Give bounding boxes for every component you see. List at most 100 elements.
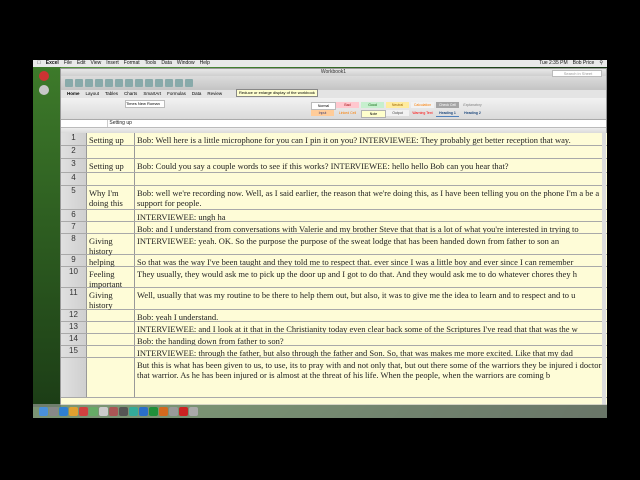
cut-icon[interactable] [105,79,113,87]
copy-icon[interactable] [115,79,123,87]
row-number[interactable] [61,358,87,397]
dashboard-icon[interactable] [49,406,58,416]
tab-charts[interactable]: Charts [124,90,137,98]
transcript-cell[interactable]: INTERVIEWEE: and I look at it that in th… [135,322,607,333]
table-row[interactable]: 3 Setting up Bob: Could you say a couple… [61,159,607,173]
code-cell[interactable]: Giving history [87,288,135,310]
row-number[interactable]: 5 [61,186,87,209]
tab-layout[interactable]: Layout [86,90,100,98]
row-number[interactable]: 12 [61,310,87,321]
row-number[interactable]: 7 [61,222,87,233]
user-name[interactable]: Bob Price [573,60,595,67]
chrome-icon[interactable] [79,406,88,416]
row-number[interactable]: 6 [61,210,87,221]
clock[interactable]: Tue 2:35 PM [539,60,567,67]
style-neutral[interactable]: Neutral [386,102,409,108]
messages-icon[interactable] [89,406,98,416]
style-warning-text[interactable]: Warning Text [411,110,434,116]
row-number[interactable]: 10 [61,267,87,287]
paste-icon[interactable] [125,79,133,87]
word-icon[interactable] [139,406,148,416]
row-number[interactable]: 4 [61,173,87,185]
zoom-icon[interactable] [185,79,193,87]
apple-icon[interactable]:  [37,60,41,67]
itunes-icon[interactable] [129,406,138,416]
transcript-cell[interactable]: But this is what has been given to us, t… [135,358,607,397]
menu-file[interactable]: File [64,60,72,67]
transcript-cell[interactable]: INTERVIEWEE: through the father, but als… [135,346,607,357]
code-cell[interactable] [87,222,135,233]
style-good[interactable]: Good [361,102,384,108]
transcript-cell[interactable]: Bob: well we're recording now. Well, as … [135,186,607,209]
transcript-cell[interactable]: Well, usually that was my routine to be … [135,288,607,309]
code-cell[interactable]: helping [87,255,135,267]
save-icon[interactable] [85,79,93,87]
acrobat-icon[interactable] [179,406,188,416]
style-input[interactable]: Input [311,110,334,116]
table-row[interactable]: 2 [61,146,607,159]
trash-icon[interactable] [189,406,198,416]
preferences-icon[interactable] [169,406,178,416]
style-heading-1[interactable]: Heading 1 [436,110,459,117]
row-number[interactable]: 2 [61,146,87,158]
transcript-cell[interactable]: Bob: the handing down from father to son… [135,334,607,345]
table-row[interactable]: 10 Feeling important They usually, they … [61,267,607,289]
table-row[interactable]: 11 Giving history Well, usually that was… [61,288,607,310]
photos-icon[interactable] [119,406,128,416]
style-explanatory[interactable]: Explanatory [461,102,484,108]
autosum-icon[interactable] [155,79,163,87]
desktop-item-icon[interactable] [39,71,49,81]
code-cell[interactable]: Setting up [87,159,135,172]
menu-help[interactable]: Help [200,60,210,67]
finder-icon[interactable] [39,406,48,416]
menu-data[interactable]: Data [161,60,172,67]
table-row[interactable]: But this is what has been given to us, t… [61,358,607,398]
transcript-cell[interactable]: So that was the way I've been taught and… [135,255,607,266]
style-heading-2[interactable]: Heading 2 [461,110,484,116]
row-number[interactable]: 13 [61,322,87,333]
transcript-cell[interactable]: They usually, they would ask me to pick … [135,267,607,287]
style-note[interactable]: Note [361,110,386,118]
table-row[interactable]: 1 Setting up Bob: Well here is a little … [61,133,607,146]
table-row[interactable]: 5 Why I'm doing this Bob: well we're rec… [61,186,607,210]
font-name-select[interactable]: Times New Roman [125,100,165,108]
code-cell[interactable]: Feeling important [87,267,135,289]
transcript-cell[interactable]: Bob: and I understand from conversations… [135,222,607,233]
style-output[interactable]: Output [386,110,409,116]
style-calculation[interactable]: Calculation [411,102,434,108]
row-number[interactable]: 14 [61,334,87,345]
table-row[interactable]: 7 Bob: and I understand from conversatio… [61,222,607,234]
undo-icon[interactable] [135,79,143,87]
table-row[interactable]: 13 INTERVIEWEE: and I look at it that in… [61,322,607,334]
spotlight-icon[interactable]: ⚲ [599,60,603,67]
row-number[interactable]: 9 [61,255,87,266]
redo-icon[interactable] [145,79,153,87]
menu-view[interactable]: View [91,60,102,67]
style-bad[interactable]: Bad [336,102,359,108]
tab-home[interactable]: Home [67,90,80,98]
code-cell[interactable] [87,346,135,357]
formula-bar[interactable]: Setting up [61,120,606,128]
row-number[interactable]: 8 [61,234,87,254]
table-row[interactable]: 4 [61,173,607,186]
row-number[interactable]: 1 [61,133,87,145]
transcript-cell[interactable]: INTERVIEWEE: ungh ha [135,210,607,221]
code-cell[interactable] [87,173,135,185]
table-row[interactable]: 9 helping So that was the way I've been … [61,255,607,267]
transcript-cell[interactable]: Bob: Well here is a little microphone fo… [135,133,607,145]
menu-format[interactable]: Format [124,60,140,67]
code-cell[interactable] [87,358,135,397]
table-row[interactable]: 6 INTERVIEWEE: ungh ha [61,210,607,222]
search-input[interactable]: Search in Sheet [552,70,602,77]
transcript-cell[interactable]: Bob: Could you say a couple words to see… [135,159,607,172]
calendar-icon[interactable] [109,406,118,416]
tab-formulas[interactable]: Formulas [167,90,186,98]
row-number[interactable]: 11 [61,288,87,309]
transcript-cell[interactable] [135,146,607,158]
style-check-cell[interactable]: Check Cell [436,102,459,108]
code-cell[interactable] [87,310,135,321]
menu-insert[interactable]: Insert [106,60,119,67]
new-icon[interactable] [65,79,73,87]
style-linked-cell[interactable]: Linked Cell [336,110,359,116]
transcript-cell[interactable]: Bob: yeah I understand. [135,310,607,321]
